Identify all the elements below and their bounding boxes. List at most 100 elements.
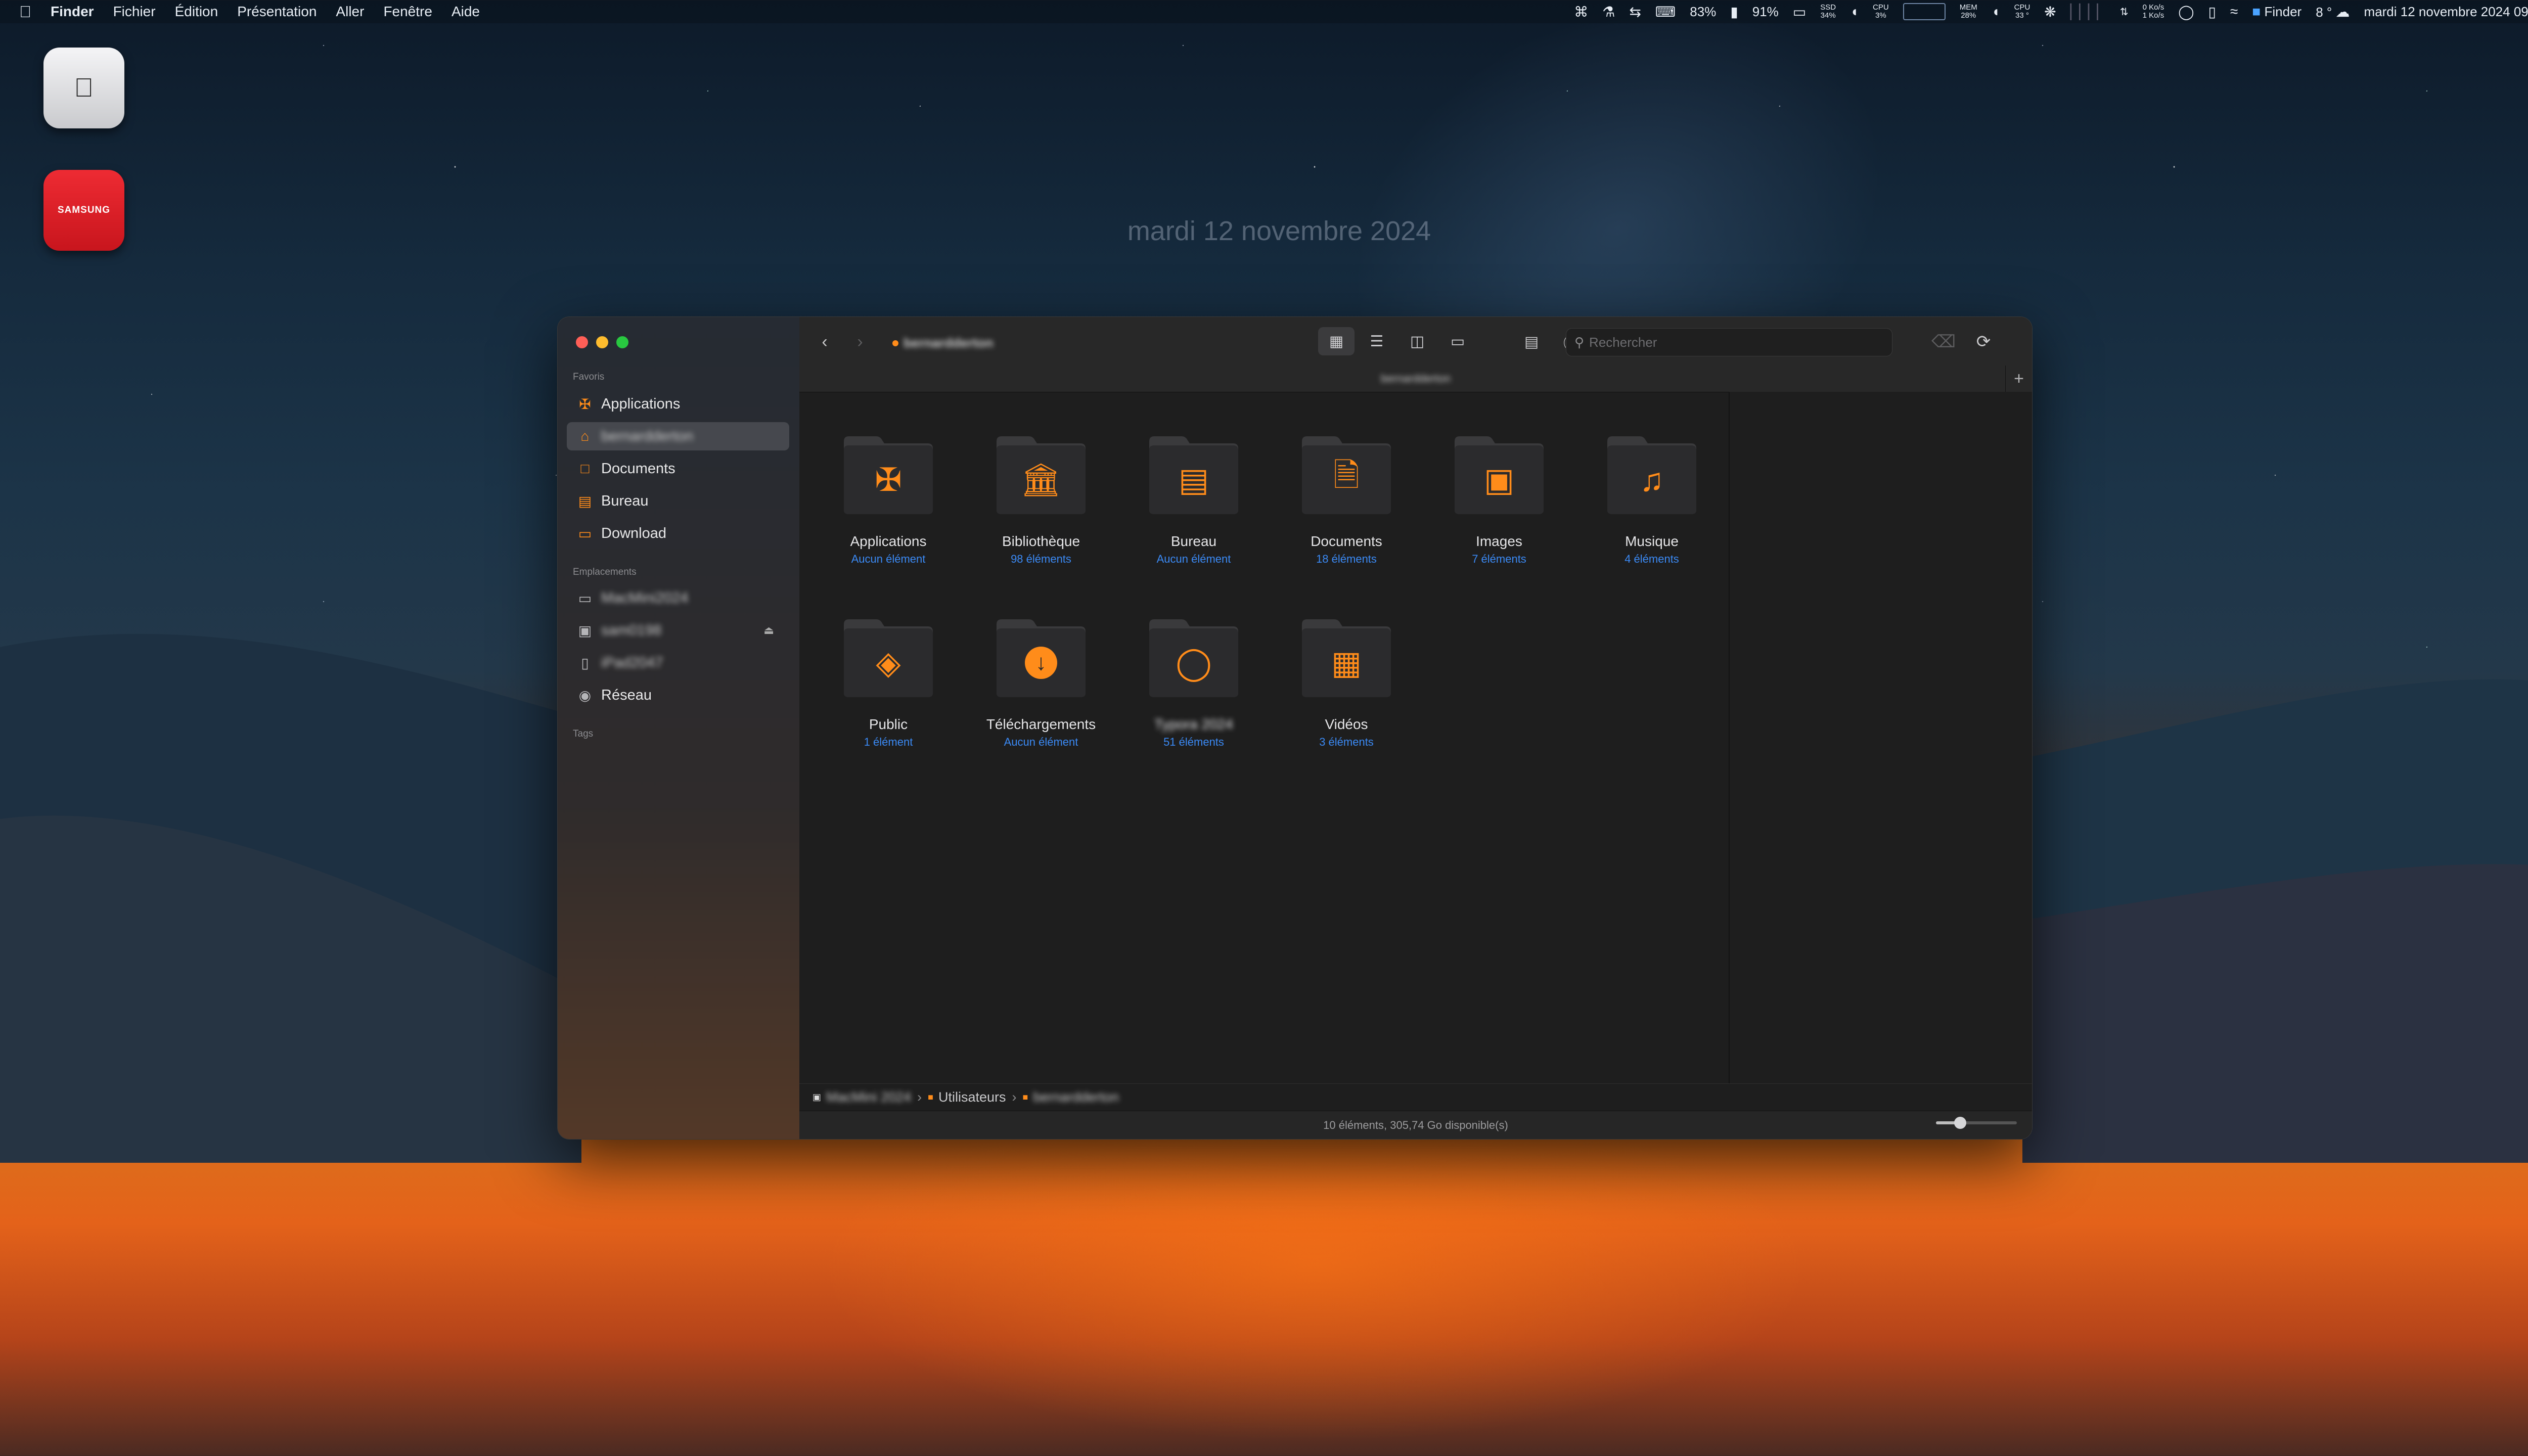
- finder-status-item[interactable]: ■ Finder: [2252, 4, 2301, 20]
- desktop-date-widget: mardi 12 novembre 2024: [1127, 216, 1431, 246]
- sidebar-item-label: Bureau: [601, 492, 649, 509]
- net-down: 1 Ko/s: [2142, 11, 2164, 20]
- cpu-graph: [1903, 3, 1946, 20]
- path-disk[interactable]: MacMini 2024: [826, 1089, 911, 1105]
- cpu-value: 3%: [1875, 11, 1886, 20]
- keyboard-icon[interactable]: ⌨: [1655, 4, 1676, 20]
- transfer-icon[interactable]: ⇆: [1629, 4, 1641, 20]
- sidebar-item-drive[interactable]: ▣ sam0198 ⏏: [567, 616, 789, 645]
- back-chevron-icon[interactable]: ‹: [815, 329, 835, 354]
- toothbrush-icon[interactable]: ▯: [2208, 4, 2216, 20]
- menu-fichier[interactable]: Fichier: [113, 4, 156, 20]
- folder-item-count: 98 éléments: [1011, 553, 1071, 565]
- icon-view-button[interactable]: ▦: [1318, 327, 1355, 355]
- minimize-button[interactable]: [596, 336, 608, 348]
- close-button[interactable]: [576, 336, 588, 348]
- path-users[interactable]: Utilisateurs: [938, 1089, 1006, 1105]
- sidebar: Favoris ✠ Applications ⌂ bernardderton □…: [558, 317, 799, 1139]
- finder-status-label: Finder: [2264, 4, 2302, 19]
- gallery-view-button[interactable]: ▭: [1439, 327, 1476, 355]
- network-icon: ◉: [578, 687, 592, 703]
- search-icon: ⚲: [1574, 334, 1585, 350]
- command-icon[interactable]: ⌘: [1574, 4, 1588, 20]
- menu-aide[interactable]: Aide: [452, 4, 480, 20]
- arc-icon[interactable]: ◯: [2178, 4, 2194, 20]
- document-icon: 🗎: [1333, 457, 1360, 493]
- folder-item[interactable]: ▣ Images 7 éléments: [1423, 434, 1575, 586]
- disk-icon: ▣: [812, 1092, 822, 1102]
- column-view-button[interactable]: ◫: [1399, 327, 1435, 355]
- sidebar-item-applications[interactable]: ✠ Applications: [567, 390, 789, 418]
- sync-icon[interactable]: ⟳: [1968, 329, 1999, 354]
- menubar-datetime[interactable]: mardi 12 novembre 2024 09:35: [2364, 4, 2528, 20]
- sidebar-item-download[interactable]: ▭ Download: [567, 519, 789, 548]
- new-tab-button[interactable]: +: [2005, 366, 2032, 392]
- tab-title-text: bernardderton: [1380, 372, 1451, 385]
- menu-fenetre[interactable]: Fenêtre: [383, 4, 432, 20]
- users-folder-icon: ■: [928, 1092, 933, 1102]
- folder-item[interactable]: ▦ Vidéos 3 éléments: [1271, 617, 1422, 769]
- folder-item[interactable]: 🗎 Documents 18 éléments: [1271, 434, 1422, 586]
- wifi-icon[interactable]: ≈: [2230, 4, 2238, 20]
- forward-chevron-icon[interactable]: ›: [850, 329, 870, 354]
- tab-title[interactable]: bernardderton: [799, 366, 2032, 392]
- menu-edition[interactable]: Édition: [175, 4, 218, 20]
- preview-pane: [1729, 392, 2032, 1083]
- sidebar-item-ipad[interactable]: ▯ iPad2047: [567, 649, 789, 677]
- drive-icon: ▣: [578, 622, 592, 639]
- menu-presentation[interactable]: Présentation: [237, 4, 317, 20]
- flask-icon[interactable]: ⚗: [1602, 4, 1615, 20]
- folder-item[interactable]: ↓ Téléchargements Aucun élément: [965, 617, 1117, 769]
- sidebar-item-label: Réseau: [601, 687, 652, 703]
- download-icon: ↓: [994, 628, 1089, 697]
- apple-logo-icon: : [74, 73, 94, 103]
- eject-icon[interactable]: ⏏: [763, 624, 774, 637]
- battery-percent[interactable]: 83%: [1690, 4, 1716, 20]
- window-title: bernardderton: [892, 335, 994, 351]
- folder-item-count: 3 éléments: [1319, 736, 1374, 748]
- grid-icon: ▦: [1329, 333, 1344, 350]
- folder-item[interactable]: ◈ Public 1 élément: [812, 617, 964, 769]
- mac-drive-icon[interactable]: : [43, 48, 124, 128]
- desktop-icon: ▤: [578, 493, 592, 509]
- cpu-temp-stat[interactable]: CPU 33 °: [2014, 4, 2030, 20]
- sidebar-item-documents[interactable]: □ Documents: [567, 454, 789, 483]
- columns-icon: ◫: [1410, 333, 1425, 350]
- trash-icon[interactable]: ⌫: [1931, 329, 1956, 354]
- sidebar-item-home[interactable]: ⌂ bernardderton: [567, 422, 789, 450]
- apple-menu-icon[interactable]: : [19, 3, 31, 21]
- weather-item[interactable]: 8 ° ☁: [2316, 4, 2350, 20]
- sidebar-item-bureau[interactable]: ▤ Bureau: [567, 487, 789, 515]
- folder-name: Musique: [1625, 533, 1679, 549]
- list-view-button[interactable]: ☰: [1359, 327, 1395, 355]
- battery2-percent[interactable]: 91%: [1752, 4, 1779, 20]
- folder-item[interactable]: 🏛 Bibliothèque 98 éléments: [965, 434, 1117, 586]
- home-icon: ⌂: [580, 428, 590, 444]
- cpu-stat[interactable]: CPU 3%: [1873, 4, 1889, 20]
- folder-item-count: 51 éléments: [1163, 736, 1224, 748]
- ssd-stat[interactable]: SSD 34%: [1820, 4, 1836, 20]
- sidebar-item-label: Applications: [601, 395, 681, 412]
- folder-item[interactable]: ▤ Bureau Aucun élément: [1118, 434, 1270, 586]
- new-folder-icon[interactable]: ▤: [1517, 329, 1546, 354]
- zoom-button[interactable]: [616, 336, 628, 348]
- battery-icon: ▮: [1730, 4, 1738, 20]
- mem-stat[interactable]: MEM 28%: [1960, 4, 1977, 20]
- favorites-header: Favoris: [573, 372, 605, 382]
- folder-item-count: Aucun élément: [851, 553, 926, 565]
- search-field[interactable]: ⚲ Rechercher: [1566, 328, 1892, 356]
- menu-app-name[interactable]: Finder: [51, 4, 94, 20]
- folder-item[interactable]: ♫ Musique 4 éléments: [1576, 434, 1728, 586]
- path-home[interactable]: bernardderton: [1033, 1089, 1119, 1105]
- slider-knob[interactable]: [1954, 1117, 1966, 1129]
- folder-item[interactable]: ✠ Applications Aucun élément: [812, 434, 964, 586]
- sidebar-item-reseau[interactable]: ◉ Réseau: [567, 681, 789, 709]
- menu-aller[interactable]: Aller: [336, 4, 364, 20]
- icon-size-slider[interactable]: [1936, 1117, 2017, 1129]
- image-icon: ▣: [1483, 461, 1515, 498]
- sidebar-item-mac[interactable]: ▭ MacMini2024: [567, 584, 789, 612]
- folder-item[interactable]: ◯ Typora 2024 51 éléments: [1118, 617, 1270, 769]
- music-icon: ♫: [1640, 462, 1664, 498]
- tags-header: Tags: [573, 729, 594, 739]
- network-speed[interactable]: 0 Ko/s 1 Ko/s: [2143, 4, 2164, 20]
